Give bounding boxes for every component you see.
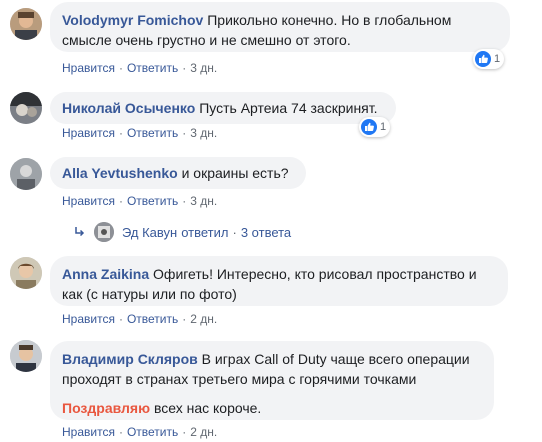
- avatar[interactable]: [10, 92, 42, 124]
- reply-button[interactable]: Ответить: [127, 126, 178, 140]
- comment-text: смысле очень грустно и не смешно от этог…: [62, 32, 351, 48]
- reply-button[interactable]: Ответить: [127, 194, 178, 208]
- comment-text: как (с натуры или по фото): [62, 286, 237, 302]
- like-button[interactable]: Нравится: [62, 312, 115, 326]
- reply-arrow-icon: [74, 226, 86, 238]
- view-replies-link[interactable]: Эд Кавун ответил · 3 ответа: [74, 222, 291, 242]
- reply-button[interactable]: Ответить: [127, 61, 178, 75]
- comment-text: всех нас короче.: [153, 400, 262, 416]
- reply-button[interactable]: Ответить: [127, 312, 178, 326]
- comment-actions: Нравится · Ответить · 3 дн.: [62, 194, 218, 208]
- comment-actions: Нравится · Ответить · 3 дн.: [62, 61, 218, 75]
- like-button[interactable]: Нравится: [62, 61, 115, 75]
- reaction-badge[interactable]: 1: [359, 117, 391, 137]
- like-button[interactable]: Нравится: [62, 126, 115, 140]
- replies-count[interactable]: 3 ответа: [241, 225, 291, 240]
- like-reaction-icon: [475, 51, 491, 67]
- comment-time[interactable]: 3 дн.: [190, 61, 217, 75]
- comment-author[interactable]: Владимир Скляров: [62, 351, 198, 367]
- comment-bubble: Владимир Скляров В играх Call of Duty ча…: [50, 341, 494, 420]
- comment-bubble: Николай Осыченко Пусть Артеиа 74 заскрин…: [50, 92, 396, 124]
- avatar[interactable]: [10, 257, 42, 289]
- avatar: [94, 222, 114, 242]
- comment-actions: Нравится · Ответить · 3 дн.: [62, 126, 218, 140]
- comment-text: проходят в странах третьего мира с горяч…: [62, 371, 417, 387]
- comment-time[interactable]: 3 дн.: [190, 126, 217, 140]
- comment-text: и окраины есть?: [181, 165, 289, 181]
- avatar[interactable]: [10, 8, 42, 40]
- reaction-count: 1: [494, 53, 501, 65]
- avatar[interactable]: [10, 340, 42, 372]
- avatar[interactable]: [10, 158, 42, 190]
- reply-button[interactable]: Ответить: [127, 425, 178, 439]
- comment-text: Пусть Артеиа 74 заскринят.: [199, 100, 378, 116]
- comment-author[interactable]: Volodymyr Fomichov: [62, 12, 203, 28]
- comment-time[interactable]: 2 дн.: [190, 312, 217, 326]
- comment-time[interactable]: 2 дн.: [190, 425, 217, 439]
- comment-time[interactable]: 3 дн.: [190, 194, 217, 208]
- comment-actions: Нравится · Ответить · 2 дн.: [62, 425, 218, 439]
- reaction-count: 1: [380, 121, 387, 133]
- comment-author[interactable]: Anna Zaikina: [62, 266, 149, 282]
- replies-author[interactable]: Эд Кавун: [122, 225, 177, 240]
- reaction-badge[interactable]: 1: [473, 49, 505, 69]
- congrats-link[interactable]: Поздравляю: [62, 400, 150, 416]
- comment-bubble: Anna Zaikina Офигеть! Интересно, кто рис…: [50, 256, 508, 306]
- comment-bubble: Alla Yevtushenko и окраины есть?: [50, 157, 306, 189]
- comment-text: В играх Call of Duty чаще всего операции: [201, 351, 470, 367]
- comment-bubble: Volodymyr Fomichov Прикольно конечно. Но…: [50, 2, 510, 52]
- like-reaction-icon: [361, 119, 377, 135]
- comment-text: Офигеть! Интересно, кто рисовал простран…: [153, 266, 477, 282]
- comment-text: Прикольно конечно. Но в глобальном: [207, 12, 452, 28]
- comment-author[interactable]: Alla Yevtushenko: [62, 165, 178, 181]
- comment-actions: Нравится · Ответить · 2 дн.: [62, 312, 218, 326]
- like-button[interactable]: Нравится: [62, 425, 115, 439]
- comment-author[interactable]: Николай Осыченко: [62, 100, 195, 116]
- replies-verb: ответил: [181, 224, 229, 240]
- like-button[interactable]: Нравится: [62, 194, 115, 208]
